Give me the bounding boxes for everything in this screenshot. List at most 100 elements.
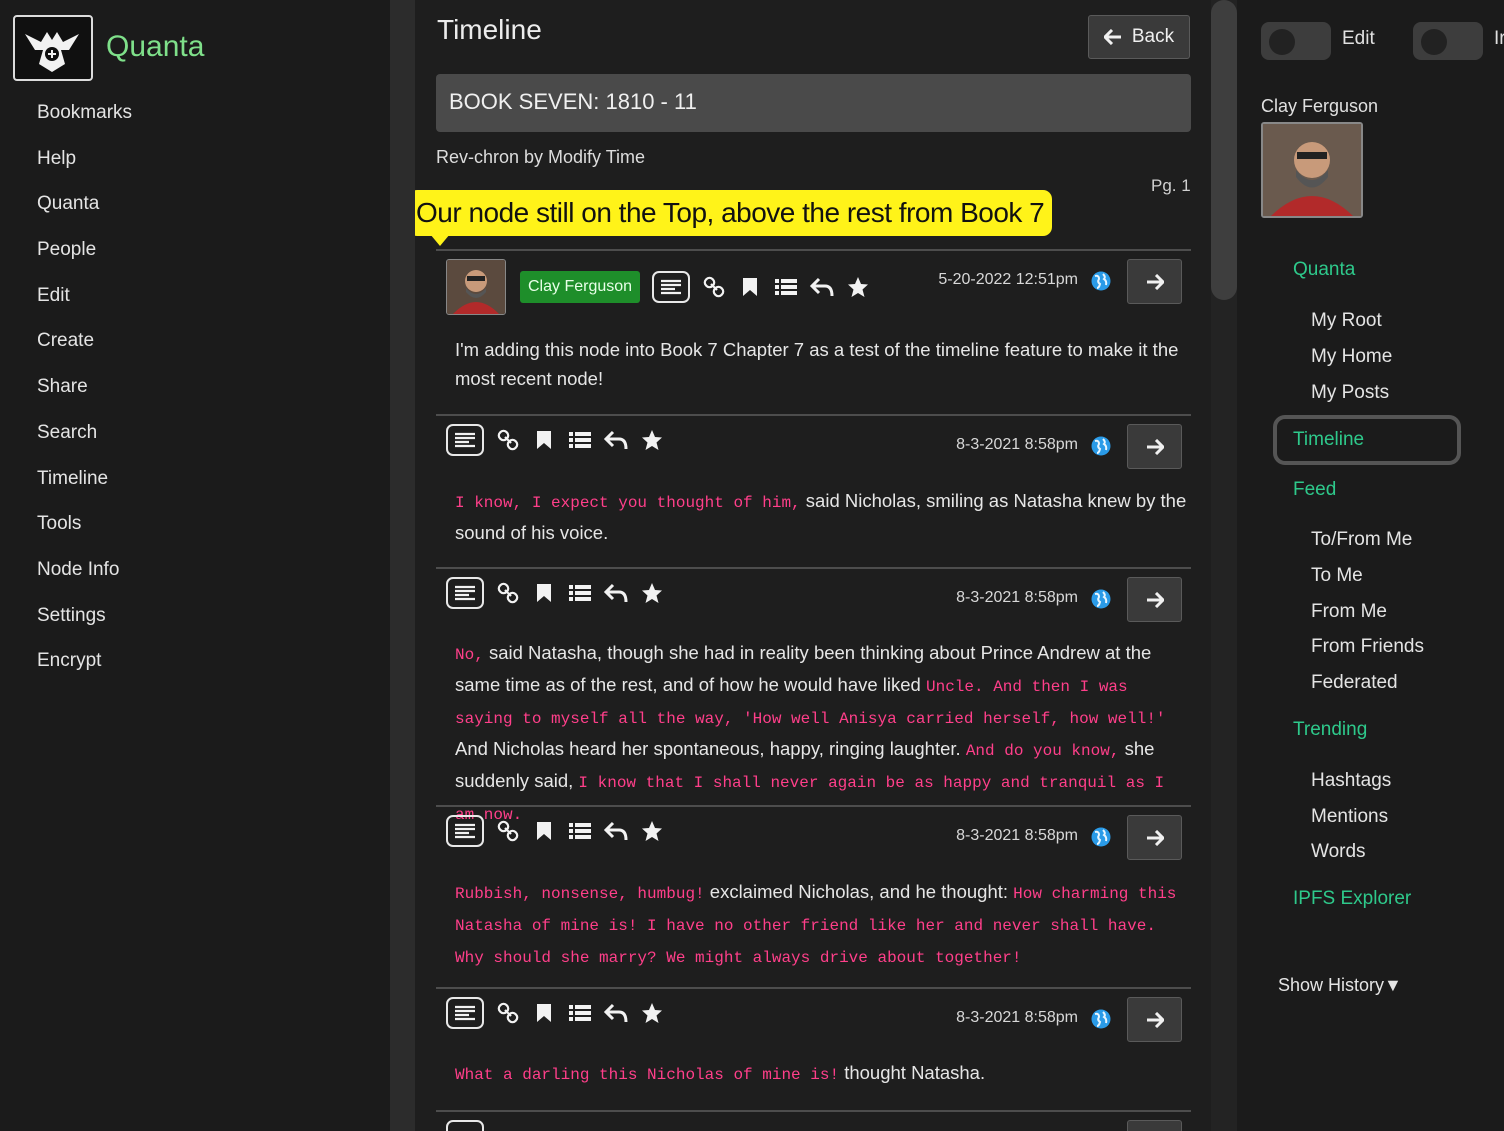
bookmark-icon[interactable] xyxy=(732,272,768,302)
timeline-node[interactable]: 8-3-2021 8:58pm Rubbish, nonsense, humbu… xyxy=(436,805,1191,989)
link-icon[interactable] xyxy=(490,816,526,846)
node-toolbar xyxy=(446,577,670,609)
app-name[interactable]: Quanta xyxy=(106,30,204,64)
star-icon[interactable] xyxy=(634,998,670,1028)
globe-icon xyxy=(1091,589,1111,609)
open-node-button[interactable] xyxy=(1127,815,1182,860)
avatar[interactable] xyxy=(446,259,506,315)
owner-badge[interactable]: Clay Ferguson xyxy=(520,271,641,303)
nav-to-me[interactable]: To Me xyxy=(1311,565,1363,587)
main-scrollbar-thumb[interactable] xyxy=(1211,0,1237,300)
menu-item-quanta[interactable]: Quanta xyxy=(37,189,132,235)
nav-from-friends[interactable]: From Friends xyxy=(1311,636,1424,658)
bookmark-icon[interactable] xyxy=(526,425,562,455)
menu-item-settings[interactable]: Settings xyxy=(37,601,132,647)
markdown-toggle-icon[interactable] xyxy=(446,815,484,847)
link-icon[interactable] xyxy=(696,272,732,302)
nav-my-home[interactable]: My Home xyxy=(1311,346,1392,368)
list-icon[interactable] xyxy=(562,998,598,1028)
link-icon[interactable] xyxy=(490,578,526,608)
bookmark-icon[interactable] xyxy=(526,998,562,1028)
globe-icon xyxy=(1091,271,1111,291)
markdown-toggle-icon[interactable] xyxy=(446,424,484,456)
menu-item-tools[interactable]: Tools xyxy=(37,509,132,555)
open-node-button[interactable] xyxy=(1127,577,1182,622)
user-name[interactable]: Clay Ferguson xyxy=(1261,96,1378,117)
node-timestamp: 8-3-2021 8:58pm xyxy=(956,436,1078,453)
menu-item-timeline[interactable]: Timeline xyxy=(37,464,132,510)
link-icon[interactable] xyxy=(490,998,526,1028)
markdown-toggle-icon[interactable] xyxy=(446,997,484,1029)
menu-item-search[interactable]: Search xyxy=(37,418,132,464)
timeline-node[interactable]: 8-3-2021 8:58pm I know, I expect you tho… xyxy=(436,414,1191,569)
nav-to-from-me[interactable]: To/From Me xyxy=(1311,529,1412,551)
open-node-button[interactable] xyxy=(1127,1120,1182,1131)
node-text: And Nicholas heard her spontaneous, happ… xyxy=(455,738,966,759)
node-text: I'm adding this node into Book 7 Chapter… xyxy=(455,339,1179,389)
node-timestamp: 8-3-2021 8:58pm xyxy=(956,589,1078,606)
reply-icon[interactable] xyxy=(598,998,634,1028)
node-text: thought Natasha. xyxy=(839,1062,986,1083)
list-icon[interactable] xyxy=(562,425,598,455)
star-icon[interactable] xyxy=(634,816,670,846)
timeline-node[interactable]: 8-3-2021 8:58pm What a darling this Nich… xyxy=(436,987,1191,1112)
nav-timeline[interactable]: Timeline xyxy=(1293,429,1364,451)
quote-text: Rubbish, nonsense, humbug! xyxy=(455,885,705,903)
left-scrollbar[interactable] xyxy=(390,0,415,1131)
back-button[interactable]: Back xyxy=(1088,15,1190,59)
nav-my-root[interactable]: My Root xyxy=(1311,310,1382,332)
nav-mentions[interactable]: Mentions xyxy=(1311,806,1388,828)
timeline-node[interactable]: 8-3-2021 8:58pm No, said Natasha, though… xyxy=(436,567,1191,824)
menu-item-node-info[interactable]: Node Info xyxy=(37,555,132,601)
bookmark-icon[interactable] xyxy=(526,578,562,608)
timeline-node[interactable]: Clay Ferguson 5-20-2022 12:51pm I'm addi… xyxy=(436,249,1191,416)
reply-icon[interactable] xyxy=(804,272,840,302)
menu-item-encrypt[interactable]: Encrypt xyxy=(37,646,132,692)
nav-federated[interactable]: Federated xyxy=(1311,672,1398,694)
star-icon[interactable] xyxy=(634,578,670,608)
reply-icon[interactable] xyxy=(598,425,634,455)
list-icon[interactable] xyxy=(562,816,598,846)
menu-item-share[interactable]: Share xyxy=(37,372,132,418)
node-toolbar xyxy=(446,997,670,1029)
open-node-button[interactable] xyxy=(1127,997,1182,1042)
markdown-toggle-icon[interactable] xyxy=(446,577,484,609)
star-icon[interactable] xyxy=(840,272,876,302)
timeline-node[interactable] xyxy=(436,1110,1191,1131)
nav-quanta[interactable]: Quanta xyxy=(1293,259,1355,281)
bookmark-icon[interactable] xyxy=(526,816,562,846)
node-toolbar: Clay Ferguson xyxy=(446,259,876,315)
open-node-button[interactable] xyxy=(1127,424,1182,469)
menu-item-create[interactable]: Create xyxy=(37,326,132,372)
app-logo[interactable] xyxy=(13,15,93,81)
nav-my-posts[interactable]: My Posts xyxy=(1311,382,1389,404)
markdown-toggle-icon[interactable] xyxy=(652,271,691,303)
list-icon[interactable] xyxy=(562,578,598,608)
reply-icon[interactable] xyxy=(598,816,634,846)
edit-mode-toggle[interactable] xyxy=(1261,22,1331,60)
nav-hashtags[interactable]: Hashtags xyxy=(1311,770,1391,792)
nav-feed[interactable]: Feed xyxy=(1293,479,1336,501)
menu-item-people[interactable]: People xyxy=(37,235,132,281)
node-toolbar xyxy=(446,424,670,456)
reply-icon[interactable] xyxy=(598,578,634,608)
list-icon[interactable] xyxy=(768,272,804,302)
link-icon[interactable] xyxy=(490,425,526,455)
nav-words[interactable]: Words xyxy=(1311,841,1366,863)
nav-trending[interactable]: Trending xyxy=(1293,719,1367,741)
arrow-right-icon xyxy=(1146,438,1164,455)
node-text: exclaimed Nicholas, and he thought: xyxy=(704,881,1014,902)
open-node-button[interactable] xyxy=(1127,259,1182,304)
markdown-toggle-icon[interactable] xyxy=(446,1120,484,1131)
menu-item-bookmarks[interactable]: Bookmarks xyxy=(37,98,132,144)
arrow-right-icon xyxy=(1146,591,1164,608)
menu-item-edit[interactable]: Edit xyxy=(37,281,132,327)
star-icon[interactable] xyxy=(634,425,670,455)
show-history-toggle[interactable]: Show History▼ xyxy=(1278,975,1402,996)
nav-from-me[interactable]: From Me xyxy=(1311,601,1387,623)
annotation-callout: Our node still on the Top, above the res… xyxy=(415,190,1053,246)
menu-item-help[interactable]: Help xyxy=(37,144,132,190)
info-mode-toggle[interactable] xyxy=(1413,22,1483,60)
nav-ipfs-explorer[interactable]: IPFS Explorer xyxy=(1293,888,1411,910)
avatar[interactable] xyxy=(1261,122,1363,218)
